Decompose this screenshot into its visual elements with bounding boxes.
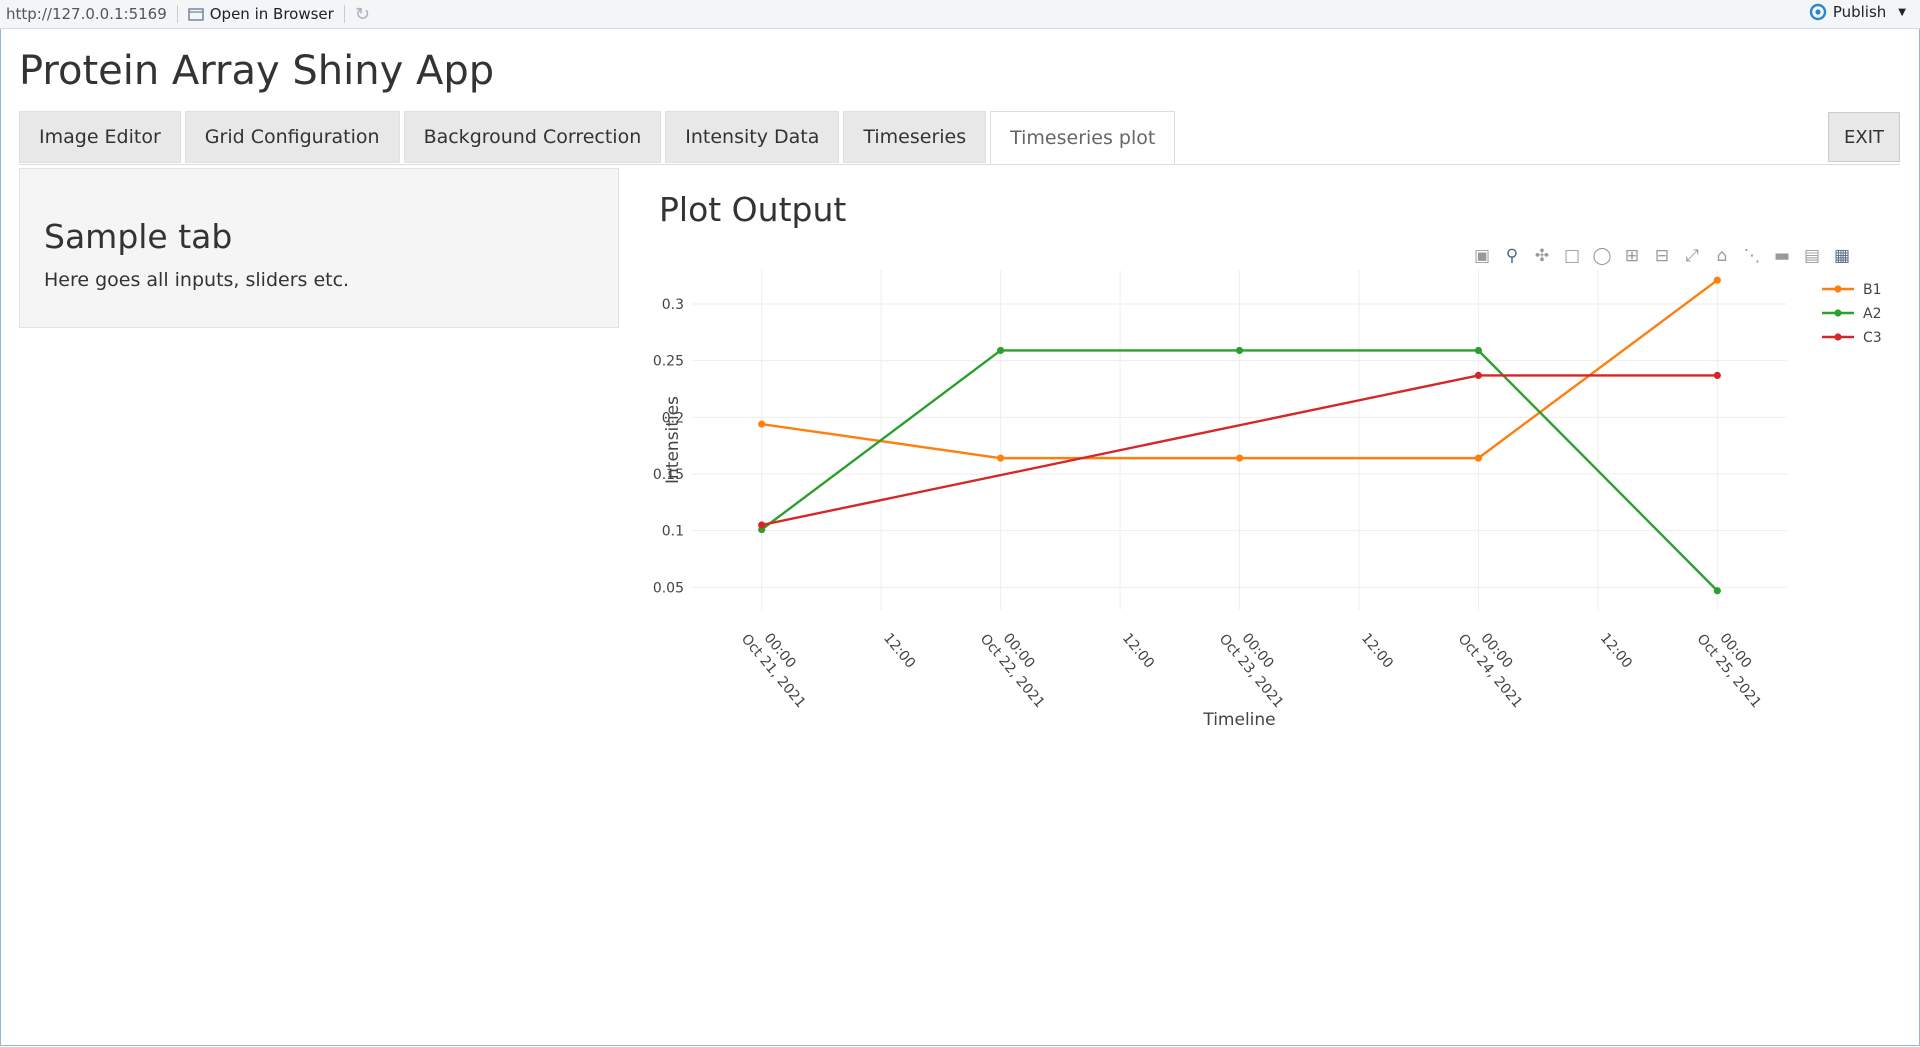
x-tick-label: 12:00 — [1119, 630, 1157, 671]
divider — [176, 5, 178, 23]
x-tick-label: 00:00Oct 24, 2021 — [1455, 620, 1540, 712]
tab-timeseries-plot[interactable]: Timeseries plot — [990, 111, 1176, 165]
data-point-C3 — [1474, 371, 1483, 379]
tab-bar: Image Editor Grid Configuration Backgrou… — [19, 111, 1179, 165]
data-point-C3 — [758, 521, 766, 529]
refresh-icon[interactable]: ↻ — [355, 4, 370, 25]
legend-marker-C3 — [1834, 333, 1842, 341]
data-point-A2 — [1235, 346, 1244, 355]
sidebar-panel: Sample tab Here goes all inputs, sliders… — [19, 168, 619, 328]
y-tick-label: 0.3 — [662, 297, 684, 313]
y-tick-label: 0.25 — [653, 354, 684, 370]
browser-icon — [188, 8, 204, 21]
y-tick-label: 0.05 — [653, 580, 684, 596]
y-axis-title: Intensities — [663, 396, 683, 484]
data-point-C3 — [1713, 371, 1721, 379]
publish-icon — [1809, 3, 1827, 21]
x-tick-label: 00:00Oct 25, 2021 — [1693, 620, 1778, 712]
tab-grid-configuration[interactable]: Grid Configuration — [184, 111, 400, 163]
data-point-B1 — [758, 420, 766, 428]
legend-label-C3: C3 — [1863, 330, 1882, 346]
data-point-A2 — [1713, 587, 1721, 595]
data-point-A2 — [1474, 346, 1483, 355]
publish-button[interactable]: Publish ▼ — [1809, 3, 1906, 21]
chevron-down-icon: ▼ — [1898, 6, 1906, 18]
ide-toolbar: http://127.0.0.1:5169 Open in Browser ↻ … — [0, 0, 1920, 29]
timeseries-chart: 0.050.10.150.20.250.300:00Oct 21, 2021 12… — [653, 270, 1882, 730]
legend-label-A2: A2 — [1863, 306, 1881, 322]
url-text: http://127.0.0.1:5169 — [6, 5, 167, 23]
data-point-B1 — [1474, 454, 1483, 462]
sidebar-text: Here goes all inputs, sliders etc. — [44, 269, 350, 291]
x-tick-label: 12:00 — [1358, 630, 1396, 671]
tab-timeseries[interactable]: Timeseries — [843, 111, 987, 163]
open-in-browser-label: Open in Browser — [209, 5, 334, 23]
tab-divider — [19, 164, 1900, 165]
data-point-A2 — [996, 346, 1005, 355]
legend-label-B1: B1 — [1863, 282, 1882, 298]
y-tick-label: 0.1 — [662, 524, 684, 540]
x-tick-label: 00:00Oct 21, 2021 — [738, 620, 823, 712]
sidebar-title: Sample tab — [44, 217, 233, 256]
legend-marker-B1 — [1834, 285, 1842, 293]
data-point-B1 — [996, 454, 1005, 462]
x-tick-label: 00:00Oct 22, 2021 — [977, 620, 1062, 712]
open-in-browser-button[interactable]: Open in Browser — [188, 5, 334, 23]
tab-intensity-data[interactable]: Intensity Data — [665, 111, 840, 163]
app-title: Protein Array Shiny App — [19, 48, 495, 94]
divider — [343, 5, 345, 23]
data-point-B1 — [1235, 454, 1244, 462]
x-tick-label: 12:00 — [880, 630, 918, 671]
legend-marker-A2 — [1834, 309, 1842, 317]
publish-label: Publish — [1832, 3, 1887, 21]
x-tick-label: 00:00Oct 23, 2021 — [1216, 620, 1301, 712]
x-axis-title: Timeline — [1202, 710, 1275, 730]
exit-button[interactable]: EXIT — [1828, 112, 1900, 162]
tab-background-correction[interactable]: Background Correction — [403, 111, 662, 163]
x-tick-label: 12:00 — [1597, 630, 1635, 671]
tab-image-editor[interactable]: Image Editor — [19, 111, 181, 163]
data-point-B1 — [1713, 276, 1721, 284]
plot-title: Plot Output — [659, 190, 847, 229]
